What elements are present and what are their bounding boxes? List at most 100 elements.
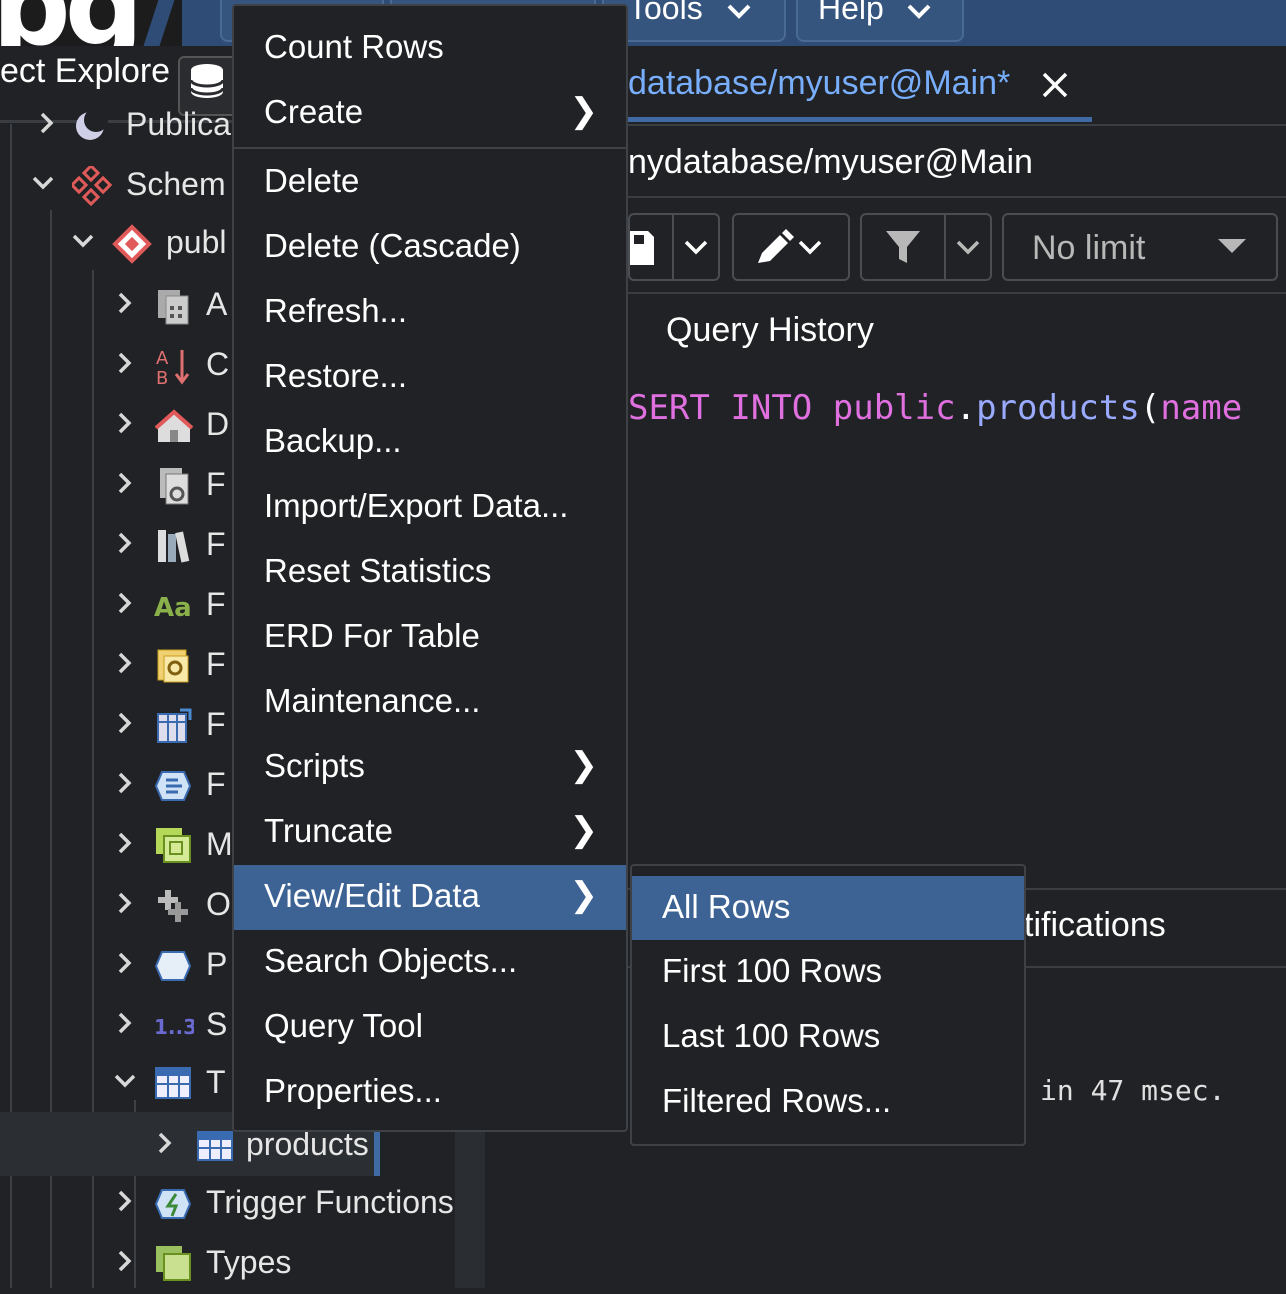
chevron-right-icon: ❯ [569, 92, 599, 130]
menu-item-refresh[interactable]: Refresh... [234, 280, 626, 345]
tree-item-trigger-functions[interactable]: Trigger Functions [0, 1174, 460, 1234]
chevron-down-icon [724, 0, 754, 34]
menu-item-count-rows[interactable]: Count Rows [234, 16, 626, 81]
connection-label[interactable]: nydatabase/myuser@Main [628, 143, 1033, 182]
menu-item-label: Query Tool [264, 1007, 423, 1044]
tree-item-label: C [206, 346, 230, 382]
menu-item-search-objects[interactable]: Search Objects... [234, 930, 626, 995]
menu-item-import-export-data[interactable]: Import/Export Data... [234, 475, 626, 540]
chevron-down-icon[interactable] [954, 233, 982, 266]
menu-item-view-edit-data[interactable]: View/Edit Data ❯ [234, 865, 626, 930]
chevron-right-icon[interactable] [110, 529, 140, 559]
filter-icon[interactable] [886, 231, 920, 270]
view-edit-data-submenu: All Rows First 100 Rows Last 100 Rows Filte… [630, 864, 1026, 1146]
menu-item-erd-for-table[interactable]: ERD For Table [234, 605, 626, 670]
menu-item-label: Backup... [264, 422, 402, 459]
menu-item-label: Refresh... [264, 292, 408, 329]
chevron-right-icon[interactable] [150, 1129, 180, 1159]
chevron-right-icon[interactable] [110, 409, 140, 439]
chevron-right-icon[interactable] [110, 649, 140, 679]
chevron-right-icon[interactable] [110, 709, 140, 739]
submenu-item-filtered-rows[interactable]: Filtered Rows... [632, 1070, 1024, 1134]
query-tab-title[interactable]: database/myuser@Main* [628, 64, 1010, 103]
chevron-right-icon[interactable] [110, 949, 140, 979]
app-logo: pg [0, 0, 182, 46]
save-button-group [628, 213, 720, 281]
schema-icon [112, 224, 152, 264]
object-explorer-tab[interactable]: ect Explore [0, 52, 170, 91]
tree-item-label: publ [166, 224, 227, 260]
submenu-item-label: Last 100 Rows [662, 1017, 881, 1054]
chevron-right-icon[interactable] [110, 1187, 140, 1217]
submenu-item-all-rows[interactable]: All Rows [632, 876, 1024, 940]
row-limit-select[interactable]: No limit [1002, 213, 1278, 281]
chevron-down-icon[interactable] [68, 227, 98, 257]
menu-item-label: View/Edit Data [264, 877, 480, 914]
table-icon [196, 1126, 236, 1166]
chevron-right-icon: ❯ [569, 811, 599, 849]
chevron-right-icon[interactable] [110, 829, 140, 859]
fts-configurations-icon [154, 466, 194, 506]
sql-keyword: SERT [628, 388, 710, 428]
chevron-right-icon[interactable] [110, 1247, 140, 1277]
menu-tools[interactable]: Tools [602, 0, 786, 42]
menu-item-truncate[interactable]: Truncate ❯ [234, 800, 626, 865]
tree-item-label: F [206, 706, 226, 742]
sql-schema: public [832, 388, 956, 428]
svg-text:A: A [156, 348, 169, 369]
close-icon[interactable] [1040, 62, 1070, 110]
tree-item-label: T [206, 1064, 226, 1100]
menu-item-scripts[interactable]: Scripts ❯ [234, 735, 626, 800]
tree-item-types[interactable]: Types [0, 1234, 460, 1294]
menu-item-label: Restore... [264, 357, 408, 394]
chevron-right-icon[interactable] [110, 1009, 140, 1039]
collations-icon: AB [154, 346, 194, 389]
chevron-right-icon[interactable] [110, 589, 140, 619]
menu-item-label: Maintenance... [264, 682, 481, 719]
tree-item-label: F [206, 646, 226, 682]
tree-item-label: F [206, 466, 226, 502]
chevron-right-icon[interactable] [32, 109, 62, 139]
chevron-down-icon[interactable] [110, 1067, 140, 1097]
tree-item-label: M [206, 826, 233, 862]
chevron-right-icon: ❯ [569, 746, 599, 784]
chevron-down-icon[interactable] [682, 233, 710, 266]
tab-query-history[interactable]: Query History [666, 311, 874, 350]
menu-item-backup[interactable]: Backup... [234, 410, 626, 475]
menu-item-properties[interactable]: Properties... [234, 1060, 626, 1125]
tab-notifications[interactable]: tifications [1024, 906, 1166, 945]
save-icon[interactable] [630, 231, 656, 270]
active-tab-indicator [628, 117, 1092, 122]
menu-item-query-tool[interactable]: Query Tool [234, 995, 626, 1060]
submenu-item-label: All Rows [662, 888, 791, 925]
chevron-right-icon[interactable] [110, 889, 140, 919]
menu-item-label: Properties... [264, 1072, 442, 1109]
chevron-down-icon[interactable] [28, 169, 58, 199]
filter-button-group [860, 213, 992, 281]
sql-paren: ( [1139, 388, 1161, 428]
sql-code-line[interactable]: SERT INTO public.products(name [628, 388, 1242, 428]
menu-item-label: ERD For Table [264, 617, 480, 654]
chevron-right-icon[interactable] [110, 349, 140, 379]
caret-down-icon [1218, 239, 1246, 260]
chevron-right-icon[interactable] [110, 469, 140, 499]
submenu-item-last-100-rows[interactable]: Last 100 Rows [632, 1005, 1024, 1069]
edit-button[interactable] [732, 213, 850, 281]
menu-item-label: Delete (Cascade) [264, 227, 521, 264]
menu-item-create[interactable]: Create ❯ [234, 81, 626, 146]
menu-help[interactable]: Help [796, 0, 964, 42]
menu-item-restore[interactable]: Restore... [234, 345, 626, 410]
sql-dot: . [955, 388, 977, 428]
submenu-item-first-100-rows[interactable]: First 100 Rows [632, 940, 1024, 1004]
menu-item-delete-cascade[interactable]: Delete (Cascade) [234, 215, 626, 280]
menu-item-reset-statistics[interactable]: Reset Statistics [234, 540, 626, 605]
chevron-right-icon[interactable] [110, 289, 140, 319]
chevron-right-icon[interactable] [110, 769, 140, 799]
trigger-functions-icon [154, 1184, 194, 1224]
menu-item-delete[interactable]: Delete [234, 150, 626, 215]
submenu-item-label: First 100 Rows [662, 952, 883, 989]
menu-item-maintenance[interactable]: Maintenance... [234, 670, 626, 735]
tree-item-label: Types [206, 1244, 292, 1280]
row-limit-value: No limit [1032, 229, 1146, 267]
tree-item-label: F [206, 526, 226, 562]
